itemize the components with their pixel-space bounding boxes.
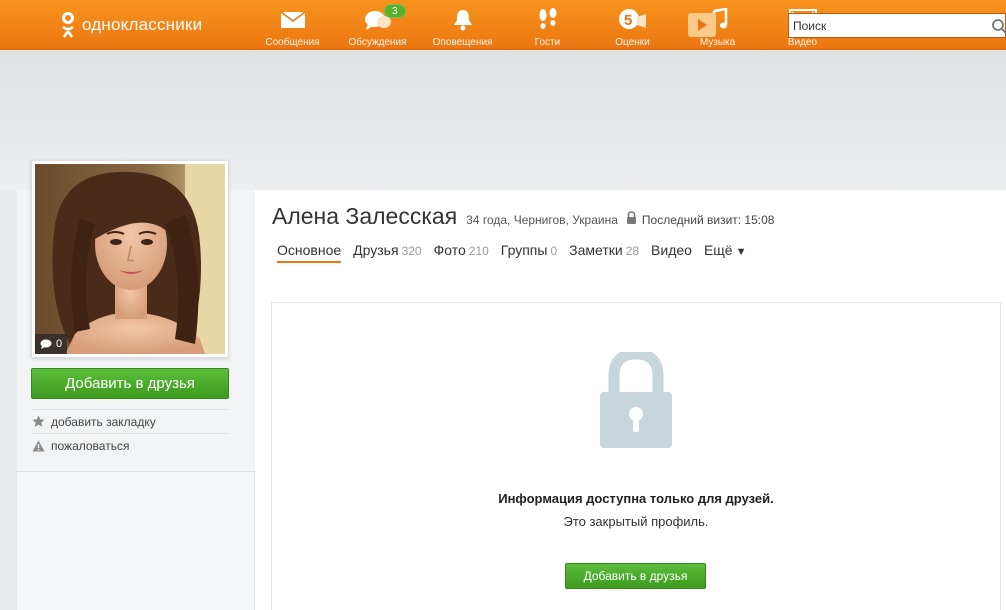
comment-icon — [40, 339, 52, 349]
star-icon — [31, 415, 45, 428]
private-title: Информация доступна только для друзей. — [498, 491, 774, 506]
tab-count: 320 — [401, 244, 422, 258]
nav-label: Обсуждения — [348, 37, 407, 48]
nav-label: Оценки — [615, 37, 650, 48]
bell-icon — [453, 9, 473, 31]
tab-count: 210 — [468, 244, 489, 258]
last-visit: Последний визит: 15:08 — [641, 213, 775, 227]
nav-notifications[interactable]: Оповещения — [420, 0, 505, 50]
profile-meta: 34 года, Чернигов, Украина — [466, 213, 618, 227]
search-input[interactable] — [789, 14, 979, 37]
nav-guests[interactable]: Гости — [505, 0, 590, 50]
top-navigation-bar: одноклассники Сообщения 3 Обсуждения Опо… — [0, 0, 1006, 50]
tab-groups[interactable]: Группы 0 — [501, 242, 557, 263]
main-nav: Сообщения 3 Обсуждения Оповещения Гости … — [250, 0, 845, 50]
tab-count: 28 — [625, 244, 640, 258]
tab-main[interactable]: Основное — [277, 242, 342, 263]
tab-video[interactable]: Видео — [651, 242, 692, 263]
tab-count: 0 — [550, 244, 558, 258]
nav-label: Видео — [787, 37, 818, 48]
profile-name: Алена Залесская — [272, 203, 458, 229]
site-logo[interactable]: одноклассники — [60, 10, 202, 40]
discussions-badge: 3 — [384, 4, 406, 18]
tab-friends[interactable]: Друзья 320 — [353, 242, 421, 263]
add-friend-button-secondary[interactable]: Добавить в друзья — [565, 563, 706, 589]
nav-discussions[interactable]: 3 Обсуждения — [335, 0, 420, 50]
ok-logo-icon — [60, 12, 76, 38]
private-subtitle: Это закрытый профиль. — [563, 514, 709, 529]
tab-notes[interactable]: Заметки 28 — [569, 242, 639, 263]
nav-ratings[interactable]: 5 Оценки — [590, 0, 675, 50]
avatar[interactable] — [35, 164, 225, 354]
add-bookmark-link[interactable]: добавить закладку — [31, 409, 229, 433]
avatar-frame[interactable]: 0 — [31, 160, 229, 358]
nav-label: Гости — [534, 37, 561, 48]
lock-icon — [626, 211, 636, 224]
comment-count: 0 — [56, 338, 63, 350]
search-icon[interactable] — [991, 18, 1006, 39]
warning-icon — [31, 440, 45, 452]
padlock-icon — [600, 352, 672, 448]
profile-header: Алена Залесская 34 года, Чернигов, Украи… — [272, 203, 774, 233]
logo-text: одноклассники — [82, 15, 203, 34]
nav-messages[interactable]: Сообщения — [250, 0, 335, 50]
nav-label: Сообщения — [265, 37, 320, 48]
svg-text:5: 5 — [624, 12, 632, 29]
dropdown-arrow-icon: ▼ — [735, 246, 747, 258]
add-bookmark-label: добавить закладку — [51, 414, 156, 429]
footprints-icon — [536, 8, 560, 31]
envelope-icon — [280, 9, 306, 31]
search-box — [788, 13, 1006, 38]
avatar-comments-badge[interactable]: 0 — [35, 334, 68, 354]
nav-label: Музыка — [699, 37, 736, 48]
report-link[interactable]: пожаловаться — [31, 433, 229, 457]
add-friend-button[interactable]: Добавить в друзья — [31, 368, 229, 399]
music-play-button[interactable] — [688, 13, 716, 37]
tab-photos[interactable]: Фото 210 — [434, 242, 489, 263]
profile-tabs: Основное Друзья 320 Фото 210 Группы 0 Замет… — [277, 242, 759, 264]
nav-label: Оповещения — [432, 37, 493, 48]
tab-more[interactable]: Ещё ▼ — [704, 242, 747, 263]
ratings-icon: 5 — [618, 9, 648, 31]
report-label: пожаловаться — [51, 438, 130, 453]
